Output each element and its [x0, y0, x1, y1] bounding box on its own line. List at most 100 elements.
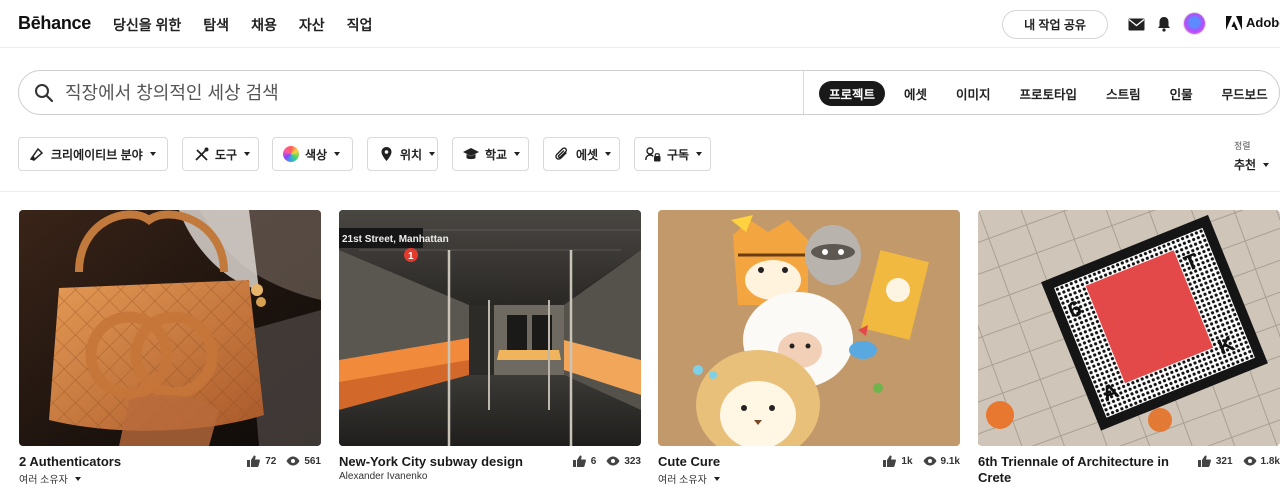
chevron-down-icon [696, 152, 703, 156]
project-title[interactable]: 2 Authenticators [19, 454, 121, 470]
line-number-text: 1 [408, 251, 414, 262]
behance-logo[interactable]: Bēhance [18, 13, 91, 34]
eye-icon [1243, 455, 1257, 467]
filter-color[interactable]: 색상 [272, 137, 353, 171]
search-bar: 프로젝트 에셋 이미지 프로토타입 스트림 인물 무드보드 [18, 70, 1280, 115]
project-stats: 72 561 [247, 455, 321, 467]
sort-value-text: 추천 [1234, 158, 1257, 172]
tab-streams[interactable]: 스트림 [1096, 81, 1151, 106]
project-thumbnail[interactable] [19, 210, 321, 446]
adobe-label: Adobe [1246, 15, 1280, 30]
sort-label: 정렬 [1234, 141, 1251, 151]
quilted-handbag-image [19, 210, 321, 446]
filter-subscription[interactable]: 구독 [634, 137, 711, 171]
project-title[interactable]: 6th Triennale of Architecture in Crete [978, 454, 1178, 486]
color-wheel-icon [283, 146, 299, 162]
cardboard-animals-image [658, 210, 960, 446]
tab-moodboards[interactable]: 무드보드 [1212, 81, 1278, 106]
sort-dropdown[interactable]: 정렬 추천 [1234, 139, 1270, 173]
project-card[interactable]: 21st Street, Manhattan 1 New-York City s… [339, 210, 641, 487]
owner-name: 여러 소유자 [658, 475, 707, 486]
notification-bell-icon[interactable] [1155, 15, 1173, 33]
chevron-down-icon [514, 152, 521, 156]
project-card[interactable]: Cute Cure 여러 소유자 1k 9.1k [658, 210, 960, 487]
project-title[interactable]: New-York City subway design [339, 454, 523, 470]
view-count: 1.8k [1260, 455, 1280, 467]
filter-label: 에셋 [576, 147, 599, 162]
tab-people[interactable]: 인물 [1160, 81, 1203, 106]
search-type-tabs: 프로젝트 에셋 이미지 프로토타입 스트림 인물 무드보드 [819, 81, 1280, 106]
location-pin-icon [378, 146, 394, 162]
eye-icon [606, 455, 620, 467]
nav-link-careers[interactable]: 직업 [347, 15, 373, 35]
filter-label: 색상 [305, 147, 328, 162]
chevron-down-icon [244, 152, 251, 156]
subscription-lock-icon [645, 146, 661, 162]
user-avatar[interactable] [1183, 12, 1206, 35]
adobe-menu[interactable]: Adobe [1226, 15, 1280, 30]
project-title[interactable]: Cute Cure [658, 454, 720, 470]
filter-label: 크리에이티브 분야 [51, 147, 143, 162]
project-thumbnail[interactable] [658, 210, 960, 446]
chevron-down-icon [605, 152, 612, 156]
project-card[interactable]: 2 Authenticators 여러 소유자 72 561 [19, 210, 321, 487]
owner-name: 여러 소유자 [19, 475, 68, 486]
chevron-down-icon [1263, 162, 1270, 167]
tab-images[interactable]: 이미지 [946, 81, 1001, 106]
sort-value: 추천 [1234, 156, 1270, 173]
search-divider [803, 71, 804, 114]
filter-location[interactable]: 위치 [367, 137, 438, 171]
thumbs-up-icon [1197, 455, 1212, 467]
project-owner[interactable]: 여러 소유자 [19, 471, 81, 486]
project-thumbnail[interactable]: 21st Street, Manhattan 1 [339, 210, 641, 446]
tab-assets[interactable]: 에셋 [894, 81, 937, 106]
owner-name: Alexander Ivanenko [339, 471, 428, 482]
chevron-down-icon [429, 152, 436, 156]
top-navigation: Bēhance 당신을 위한 탐색 채용 자산 직업 내 작업 공유 Adobe [0, 0, 1280, 48]
like-count: 6 [590, 455, 597, 467]
adobe-logo-icon [1226, 15, 1242, 30]
nav-link-for-you[interactable]: 당신을 위한 [113, 15, 181, 35]
like-count: 321 [1215, 455, 1233, 467]
tab-prototypes[interactable]: 프로토타입 [1010, 81, 1088, 106]
station-sign-text: 21st Street, Manhattan [342, 234, 449, 245]
search-input[interactable] [65, 80, 785, 106]
thumbs-up-icon [247, 455, 261, 467]
nav-link-explore[interactable]: 탐색 [203, 15, 229, 35]
filter-label: 학교 [485, 147, 508, 162]
like-count: 1k [901, 455, 913, 467]
filter-label: 위치 [400, 147, 423, 162]
section-divider [0, 191, 1280, 192]
filter-tools[interactable]: 도구 [182, 137, 259, 171]
filter-creative-field[interactable]: 크리에이티브 분야 [18, 137, 168, 171]
nav-link-jobs[interactable]: 채용 [251, 15, 277, 35]
search-icon[interactable] [34, 83, 54, 103]
like-count: 72 [265, 455, 277, 467]
paperclip-icon [554, 146, 570, 162]
project-thumbnail[interactable]: 6 T A K [978, 210, 1280, 446]
thumbs-up-icon [883, 455, 897, 467]
nav-link-assets[interactable]: 자산 [299, 15, 325, 35]
filter-school[interactable]: 학교 [452, 137, 529, 171]
view-count: 561 [304, 455, 321, 467]
project-owner[interactable]: Alexander Ivanenko [339, 471, 427, 482]
filter-assets[interactable]: 에셋 [543, 137, 620, 171]
thumbs-up-icon [572, 455, 587, 467]
chevron-down-icon [74, 476, 81, 481]
mail-icon[interactable] [1127, 15, 1145, 33]
view-count: 9.1k [940, 455, 960, 467]
subway-car-image: 21st Street, Manhattan 1 [339, 210, 641, 446]
eye-icon [923, 455, 937, 467]
project-stats: 6 323 [572, 455, 641, 467]
filter-label: 도구 [215, 147, 238, 162]
eye-icon [286, 455, 300, 467]
view-count: 323 [624, 455, 641, 467]
chevron-down-icon [713, 476, 720, 481]
project-owner[interactable]: 여러 소유자 [658, 471, 720, 486]
project-stats: 1k 9.1k [883, 455, 960, 467]
share-work-button[interactable]: 내 작업 공유 [1002, 10, 1108, 39]
tab-projects[interactable]: 프로젝트 [819, 81, 886, 106]
project-stats: 321 1.8k [1197, 455, 1280, 467]
chevron-down-icon [334, 152, 341, 156]
project-card[interactable]: 6 T A K 6th Triennale of Architecture in… [978, 210, 1280, 487]
